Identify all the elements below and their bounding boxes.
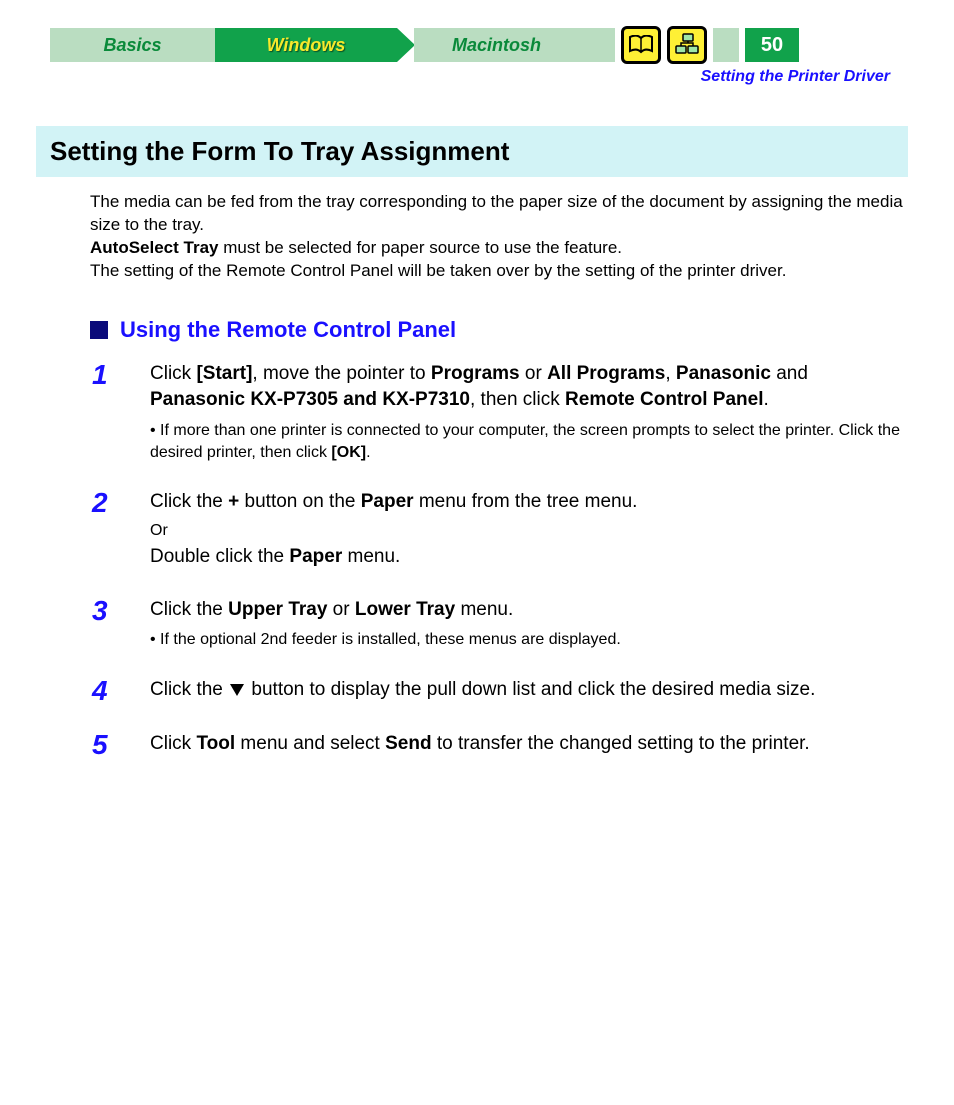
- nav-spacer-2: [713, 28, 739, 62]
- step-1: 1 Click [Start], move the pointer to Pro…: [92, 361, 904, 463]
- top-nav-bar: Basics Windows Macintosh 50: [50, 28, 904, 62]
- steps-list: 1 Click [Start], move the pointer to Pro…: [92, 361, 904, 759]
- subheading-row: Using the Remote Control Panel: [90, 317, 904, 343]
- section-title-bar: Setting the Form To Tray Assignment: [36, 126, 908, 177]
- step-body: Click the + button on the Paper menu fro…: [150, 489, 904, 571]
- network-icon-button[interactable]: [667, 26, 707, 64]
- tab-windows[interactable]: Windows: [215, 28, 415, 62]
- step-5: 5 Click Tool menu and select Send to tra…: [92, 731, 904, 759]
- step-number: 1: [92, 361, 120, 463]
- nav-spacer: [579, 28, 615, 62]
- step-number: 4: [92, 677, 120, 705]
- step-2: 2 Click the + button on the Paper menu f…: [92, 489, 904, 571]
- step-or: Or: [150, 520, 904, 542]
- page-number: 50: [745, 28, 799, 62]
- intro-block: The media can be fed from the tray corre…: [90, 191, 904, 283]
- subheading: Using the Remote Control Panel: [120, 317, 456, 343]
- step-body: Click Tool menu and select Send to trans…: [150, 731, 904, 759]
- tab-macintosh[interactable]: Macintosh: [414, 28, 579, 62]
- step-number: 5: [92, 731, 120, 759]
- step-note: • If more than one printer is connected …: [150, 420, 904, 463]
- book-icon: [628, 35, 654, 55]
- intro-line-1: The media can be fed from the tray corre…: [90, 191, 904, 237]
- step-number: 2: [92, 489, 120, 571]
- book-icon-button[interactable]: [621, 26, 661, 64]
- intro-line-3: The setting of the Remote Control Panel …: [90, 260, 904, 283]
- step-body: Click the Upper Tray or Lower Tray menu.…: [150, 597, 904, 651]
- step-4: 4 Click the button to display the pull d…: [92, 677, 904, 705]
- breadcrumb-link[interactable]: Setting the Printer Driver: [50, 68, 904, 86]
- tab-windows-label: Windows: [215, 28, 397, 62]
- step-body: Click the button to display the pull dow…: [150, 677, 904, 705]
- tab-basics[interactable]: Basics: [50, 28, 215, 62]
- triangle-down-icon: [230, 684, 244, 696]
- step-note: • If the optional 2nd feeder is installe…: [150, 629, 904, 651]
- step-body: Click [Start], move the pointer to Progr…: [150, 361, 904, 463]
- section-title: Setting the Form To Tray Assignment: [50, 136, 894, 167]
- network-icon: [674, 33, 700, 57]
- step-3: 3 Click the Upper Tray or Lower Tray men…: [92, 597, 904, 651]
- document-page: Basics Windows Macintosh 50 Setting the …: [0, 0, 954, 825]
- step-number: 3: [92, 597, 120, 651]
- intro-line-2: AutoSelect Tray must be selected for pap…: [90, 237, 904, 260]
- tab-windows-arrow-icon: [397, 28, 415, 62]
- square-bullet-icon: [90, 321, 108, 339]
